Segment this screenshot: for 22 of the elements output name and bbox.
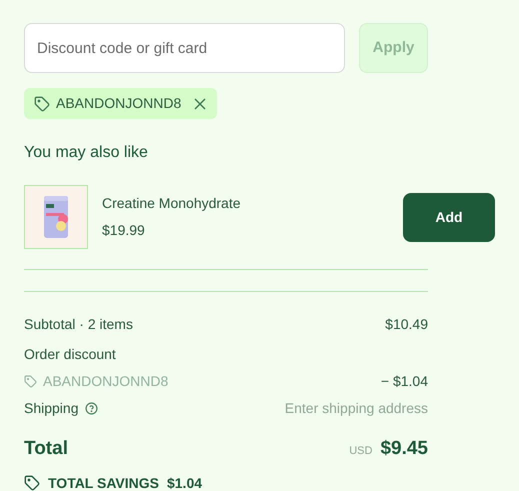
currency: USD (349, 444, 372, 459)
close-icon[interactable] (193, 96, 208, 110)
total-value: $9.45 (380, 437, 428, 461)
subtotal-value: $10.49 (385, 315, 428, 334)
discount-value: − $1.04 (380, 372, 428, 391)
shipping-label: Shipping (24, 399, 78, 418)
section-heading: You may also like (24, 143, 149, 163)
subtotal-label: Subtotal · 2 items (24, 315, 133, 334)
discount-code: ABANDONJONND8 (56, 94, 182, 113)
tags-icon (24, 475, 40, 491)
discount-label: Order discount (24, 345, 117, 364)
discount-code: ABANDONJONND8 (43, 372, 168, 391)
tag-icon (34, 96, 50, 112)
tag-icon (24, 375, 37, 388)
add-button[interactable]: Add (403, 192, 495, 242)
total-label: Total (24, 437, 68, 461)
savings-label: TOTAL SAVINGS (48, 474, 159, 491)
help-icon[interactable] (84, 402, 98, 415)
product-price: $19.99 (102, 221, 146, 240)
savings-value: $1.04 (166, 474, 202, 491)
shipping-value: Enter shipping address (284, 399, 428, 418)
product-name: Creatine Monohydrate (102, 194, 241, 213)
